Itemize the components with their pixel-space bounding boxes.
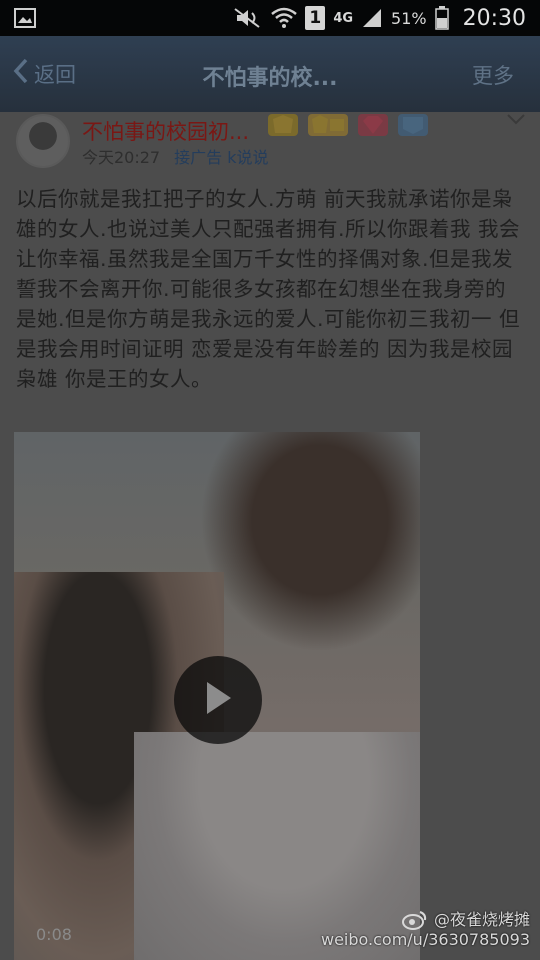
play-icon [201,680,235,720]
network-type: 4G [333,10,354,26]
mute-icon [233,7,263,29]
chevron-down-icon[interactable] [506,112,526,126]
diamond-badge-icon[interactable] [358,114,388,136]
watermark-url: weibo.com/u/3630785093 [320,930,530,949]
status-bar: 1 4G 51% 20:30 [0,0,540,36]
video-thumbnail[interactable]: 0:08 [14,432,420,960]
play-button[interactable] [174,656,262,744]
avatar[interactable] [16,114,70,168]
author-name[interactable]: 不怕事的校园初... [82,116,249,146]
post-meta: 今天20:27 接广告 k说说 [82,144,268,168]
level-badge-icon[interactable] [398,114,428,136]
battery-percent: 51% [391,8,427,28]
annual-vip-badge-icon[interactable] [308,114,348,136]
badge-group [268,114,428,136]
post-content: 不怕事的校园初... 今天20:27 接广告 k说说 以后你就是我扛把子的女人.方… [0,112,540,960]
post-source[interactable]: 接广告 k说说 [174,148,268,167]
post-text: 以后你就是我扛把子的女人.方萌 前天我就承诺你是枭雄的女人.也说过美人只配强者拥… [16,187,521,391]
vip-badge-icon[interactable] [268,114,298,136]
watermark: @夜雀烧烤摊 weibo.com/u/3630785093 [321,910,530,950]
photo-region [200,432,420,652]
gallery-icon [14,8,36,28]
signal-icon [361,7,383,29]
watermark-handle: @夜雀烧烤摊 [433,910,530,929]
battery-icon [434,6,449,30]
page-title: 不怕事的校... [202,66,338,91]
post-header: 不怕事的校园初... 今天20:27 接广告 k说说 [0,112,540,174]
sim-icon: 1 [305,6,326,30]
weibo-logo-icon [401,910,428,930]
post-time: 今天20:27 [82,148,161,167]
video-duration: 0:08 [36,925,72,944]
nav-bar: 返回 不怕事的校... 更多 [0,36,540,112]
wifi-icon [271,7,298,29]
more-button[interactable]: 更多 [472,60,514,90]
clock: 20:30 [462,5,526,31]
